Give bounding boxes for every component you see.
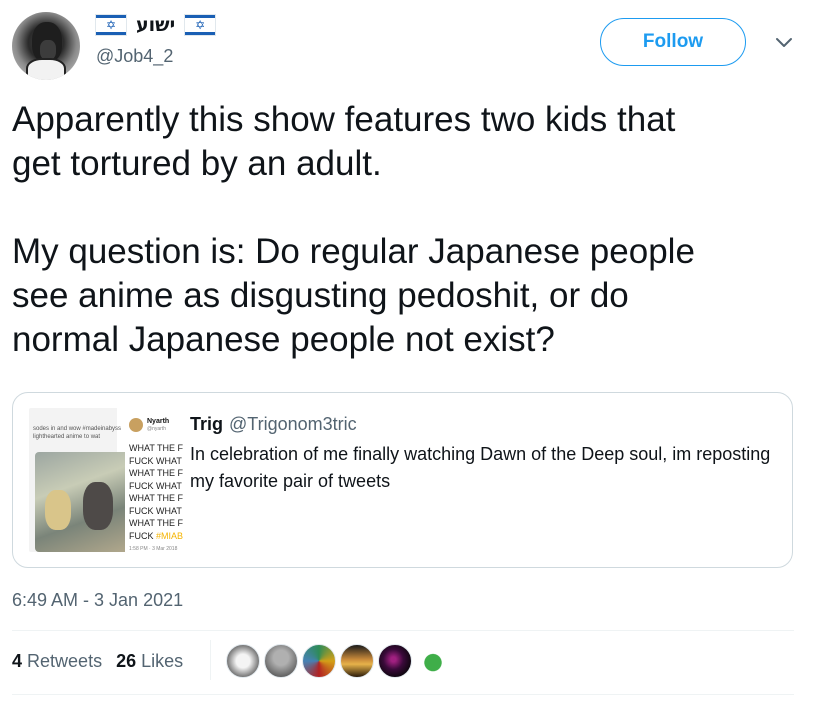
author-display-name[interactable]: ישוע xyxy=(136,14,175,36)
embedded-author-handle: @nyarth xyxy=(147,426,166,432)
liker-avatar[interactable] xyxy=(226,644,260,678)
liker-avatar[interactable] xyxy=(302,644,336,678)
chevron-down-icon[interactable] xyxy=(772,30,796,54)
tweet-stats: 4 Retweets 26 Likes xyxy=(12,651,183,672)
israel-flag-icon xyxy=(185,15,216,35)
author-name-row[interactable]: ישוע xyxy=(96,12,216,38)
divider xyxy=(210,640,211,680)
thumbnail-character xyxy=(83,482,113,530)
retweets-label: Retweets xyxy=(27,651,103,671)
author-handle[interactable]: @Job4_2 xyxy=(96,46,173,67)
tweet-text: Apparently this show features two kids t… xyxy=(12,100,695,359)
follow-button[interactable]: Follow xyxy=(600,18,746,66)
quoted-author-name[interactable]: Trig xyxy=(190,414,223,435)
retweets-stat[interactable]: 4 Retweets xyxy=(12,651,102,672)
liker-avatar[interactable] xyxy=(340,644,374,678)
thumbnail-left-text: lighthearted anime to wat xyxy=(33,434,101,440)
divider xyxy=(12,694,794,695)
liker-avatars xyxy=(226,644,450,678)
embedded-tweet-text: WHAT THE F FUCK WHAT WHAT THE F FUCK WHA… xyxy=(129,443,184,541)
liker-avatar[interactable] xyxy=(264,644,298,678)
tweet-timestamp[interactable]: 6:49 AM - 3 Jan 2021 xyxy=(12,590,183,611)
likes-stat[interactable]: 26 Likes xyxy=(116,651,183,672)
retweets-count: 4 xyxy=(12,651,23,671)
liker-avatar[interactable] xyxy=(416,644,450,678)
thumbnail-left-text: sodes in and wow #madeinabyss xyxy=(33,426,122,432)
quoted-tweet-thumbnail[interactable]: sodes in and wow #madeinabyss lightheart… xyxy=(29,408,189,552)
embedded-avatar xyxy=(129,418,143,432)
avatar-snout xyxy=(40,40,56,60)
embedded-tweet-time: 1:58 PM · 3 Mar 2018 xyxy=(129,546,178,552)
quoted-tweet-text: In celebration of me finally watching Da… xyxy=(190,444,771,491)
divider xyxy=(12,630,794,631)
quoted-author-handle[interactable]: @Trigonom3tric xyxy=(229,414,357,435)
thumbnail-anime-image xyxy=(35,452,131,552)
avatar-body xyxy=(26,58,66,80)
embedded-author-name: Nyarth xyxy=(147,418,170,425)
author-avatar[interactable] xyxy=(12,12,80,80)
likes-count: 26 xyxy=(116,651,137,671)
thumbnail-embedded-tweet: Nyarth @nyarth WHAT THE F FUCK WHAT WHAT… xyxy=(125,408,189,552)
liker-avatar[interactable] xyxy=(378,644,412,678)
thumbnail-character xyxy=(45,490,71,530)
quoted-tweet-author[interactable]: Trig @Trigonom3tric xyxy=(190,414,357,435)
israel-flag-icon xyxy=(96,15,126,35)
likes-label: Likes xyxy=(141,651,184,671)
